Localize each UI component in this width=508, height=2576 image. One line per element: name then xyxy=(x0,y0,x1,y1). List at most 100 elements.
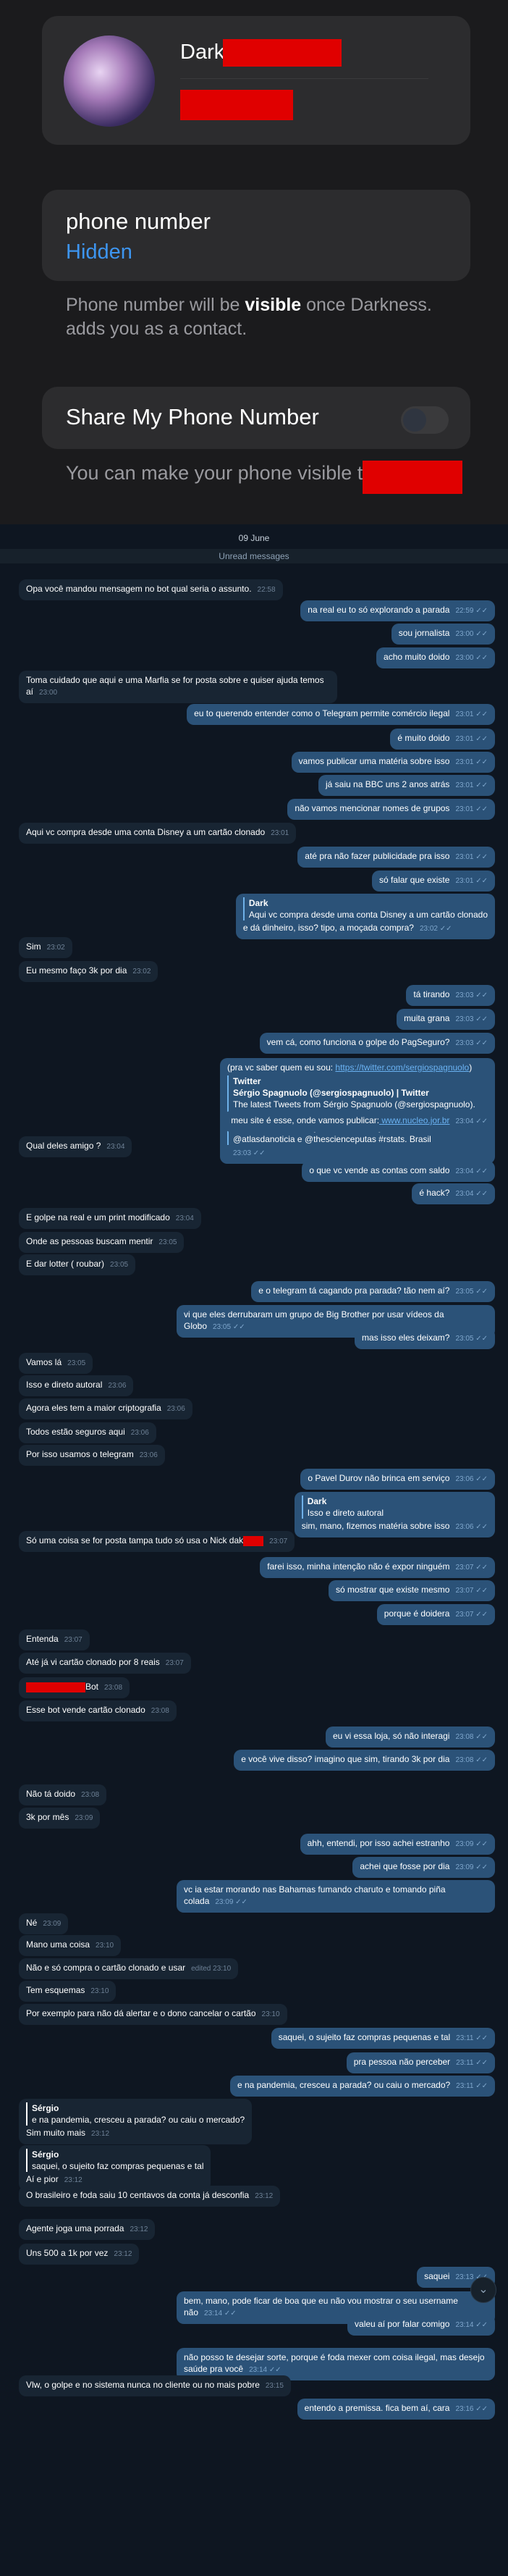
message-bubble[interactable]: Aqui vc compra desde uma conta Disney a … xyxy=(19,823,297,844)
share-note: You can make your phone visible to xyxy=(66,462,374,484)
message-text: Só uma coisa se for posta tampa tudo só … xyxy=(26,1535,244,1545)
message-link[interactable]: www.nucleo.jor.br xyxy=(379,1115,449,1125)
message-bubble[interactable]: Não tá doido 23:08 xyxy=(19,1784,107,1805)
message-timestamp: 23:01 ✓✓ xyxy=(455,781,488,789)
message-bubble[interactable]: Sérgio saquei, o sujeito faz compras pequ… xyxy=(19,2145,211,2191)
avatar[interactable] xyxy=(64,35,155,127)
message-bubble[interactable]: Agente joga uma porrada 23:12 xyxy=(19,2219,156,2240)
message-timestamp: 23:01 ✓✓ xyxy=(455,877,488,885)
message-bubble[interactable]: Vamos lá 23:05 xyxy=(19,1353,93,1374)
message-bubble[interactable]: Dark Aqui vc compra desde uma conta Disne… xyxy=(235,894,495,939)
message-bubble[interactable]: Agora eles tem a maior criptografia 23:06 xyxy=(19,1398,192,1419)
message-bubble[interactable]: só mostrar que existe mesmo 23:07 ✓✓ xyxy=(329,1580,495,1601)
message-bubble[interactable]: é hack? 23:04 ✓✓ xyxy=(412,1183,495,1204)
message-bubble[interactable]: Vlw, o golpe e no sistema nunca no clien… xyxy=(19,2375,291,2396)
share-phone-row[interactable]: Share My Phone Number xyxy=(42,387,470,449)
message-bubble[interactable]: Sérgio e na pandemia, cresceu a parada? o… xyxy=(19,2099,253,2144)
message-bubble[interactable]: e você vive disso? imagino que sim, tira… xyxy=(234,1750,495,1771)
message-text: Aqui vc compra desde uma conta Disney a … xyxy=(26,827,266,837)
message-bubble[interactable]: farei isso, minha intenção não é expor n… xyxy=(260,1557,495,1578)
message-bubble[interactable]: eu to querendo entender como o Telegram … xyxy=(187,704,495,725)
message-text: farei isso, minha intenção não é expor n… xyxy=(267,1561,450,1572)
message-bubble[interactable]: Só uma coisa se for posta tampa tudo só … xyxy=(19,1531,295,1552)
message-bubble[interactable]: Sim 23:02 xyxy=(19,937,72,958)
message-timestamp: 23:08 xyxy=(151,1707,169,1715)
message-bubble[interactable]: achei que fosse por dia 23:09 ✓✓ xyxy=(352,1857,495,1878)
message-bubble[interactable]: Qual deles amigo ? 23:04 xyxy=(19,1136,132,1157)
message-bubble[interactable]: E dar lotter ( roubar) 23:05 xyxy=(19,1254,136,1275)
reply-quote[interactable]: Sérgio e na pandemia, cresceu a parada? o… xyxy=(26,2102,245,2126)
message-bubble[interactable]: vc ia estar morando nas Bahamas fumando … xyxy=(177,1880,495,1913)
message-bubble[interactable]: tá tirando 23:03 ✓✓ xyxy=(406,985,495,1006)
message-bubble[interactable]: Entenda 23:07 xyxy=(19,1629,90,1650)
message-bubble[interactable]: Eu mesmo faço 3k por dia 23:02 xyxy=(19,961,158,982)
message-bubble[interactable]: o Pavel Durov não brinca em serviço 23:06… xyxy=(300,1469,495,1490)
divider xyxy=(180,78,428,79)
reply-quote[interactable]: Dark Isso e direto autoral xyxy=(301,1495,488,1519)
message-bubble[interactable]: o que vc vende as contas com saldo 23:04 … xyxy=(302,1161,495,1182)
message-bubble[interactable]: e na pandemia, cresceu a parada? ou caiu… xyxy=(229,2076,495,2097)
message-bubble[interactable]: sou jornalista 23:00 ✓✓ xyxy=(391,624,495,645)
message-timestamp: 23:07 ✓✓ xyxy=(455,1611,488,1619)
chat-area[interactable]: 09 June Unread messages Opa você mandou … xyxy=(0,524,508,2576)
message-text: entendo a premissa. fica bem aí, cara xyxy=(304,2403,450,2413)
message-bubble[interactable]: Opa você mandou mensagem no bot qual ser… xyxy=(19,579,283,600)
message-bubble[interactable]: Né 23:09 xyxy=(19,1913,69,1934)
message-bubble[interactable]: Toma cuidado que aqui e uma Marfia se fo… xyxy=(19,671,337,703)
message-bubble[interactable]: Isso e direto autoral 23:06 xyxy=(19,1375,134,1396)
message-bubble[interactable]: acho muito doido 23:00 ✓✓ xyxy=(376,647,495,668)
message-bubble[interactable]: não vamos mencionar nomes de grupos 23:01… xyxy=(287,799,495,820)
message-bubble[interactable]: valeu aí por falar comigo 23:14 ✓✓ xyxy=(347,2315,495,2336)
message-bubble[interactable]: Até já vi cartão clonado por 8 reais 23:0… xyxy=(19,1653,191,1674)
message-bubble[interactable]: eu vi essa loja, só não interagi 23:08 ✓✓ xyxy=(326,1727,495,1748)
message-bubble[interactable]: vamos publicar uma matéria sobre isso 23:… xyxy=(291,752,495,773)
message-bubble[interactable]: Mano uma coisa 23:10 xyxy=(19,1935,122,1956)
message-link[interactable]: https://twitter.com/sergiospagnuolo xyxy=(335,1062,469,1073)
message-bubble[interactable]: na real eu to só explorando a parada 22:5… xyxy=(300,600,495,621)
link-preview-card[interactable]: Twitter Sérgio Spagnuolo (@sergiospagnuol… xyxy=(227,1075,488,1145)
message-bubble[interactable]: Por exemplo para não dá alertar e o dono… xyxy=(19,2004,287,2025)
message-text: Toma cuidado que aqui e uma Marfia se fo… xyxy=(26,675,324,697)
reply-quote[interactable]: Sérgio saquei, o sujeito faz compras pequ… xyxy=(26,2149,203,2172)
message-timestamp: 23:09 ✓✓ xyxy=(455,1840,488,1848)
message-bubble[interactable]: já saiu na BBC uns 2 anos atrás 23:01 ✓✓ xyxy=(318,775,495,796)
message-bubble[interactable]: pra pessoa não perceber 23:11 ✓✓ xyxy=(346,2052,495,2073)
message-bubble[interactable]: meu site é esse, onde vamos publicar: ww… xyxy=(224,1111,495,1132)
message-bubble[interactable]: Todos estão seguros aqui 23:06 xyxy=(19,1422,156,1443)
reply-quote[interactable]: Dark Aqui vc compra desde uma conta Disne… xyxy=(242,897,488,920)
message-text: é hack? xyxy=(419,1188,450,1198)
scroll-down-button[interactable]: ⌄ xyxy=(470,2277,496,2303)
message-bubble[interactable]: porque é doidera 23:07 ✓✓ xyxy=(376,1604,495,1625)
message-text: vem cá, como funciona o golpe do PagSegu… xyxy=(266,1037,450,1047)
message-bubble[interactable]: Por isso usamos o telegram 23:06 xyxy=(19,1445,165,1466)
phone-label: phone number xyxy=(66,209,211,234)
message-bubble[interactable]: entendo a premissa. fica bem aí, cara 23:… xyxy=(297,2399,495,2420)
message-bubble[interactable]: Uns 500 a 1k por vez 23:12 xyxy=(19,2244,140,2265)
message-bubble[interactable]: muita grana 23:03 ✓✓ xyxy=(397,1009,495,1030)
message-bubble[interactable]: e o telegram tá cagando pra parada? tão … xyxy=(251,1281,495,1302)
message-bubble[interactable]: saquei, o sujeito faz compras pequenas e… xyxy=(271,2028,495,2049)
message-text: Todos estão seguros aqui xyxy=(26,1427,125,1437)
share-phone-toggle[interactable] xyxy=(401,406,449,434)
message-bubble[interactable]: O brasileiro e foda saiu 10 centavos da … xyxy=(19,2186,281,2207)
message-bubble[interactable]: Esse bot vende cartão clonado 23:08 xyxy=(19,1700,177,1721)
message-bubble[interactable]: só falar que existe 23:01 ✓✓ xyxy=(372,870,495,891)
message-text: o Pavel Durov não brinca em serviço xyxy=(308,1473,450,1483)
message-timestamp: 23:05 ✓✓ xyxy=(455,1335,488,1343)
message-bubble[interactable]: Não e só compra o cartão clonado e usar e… xyxy=(19,1958,239,1979)
message-bubble[interactable]: até pra não fazer publicidade pra isso 23… xyxy=(297,847,495,868)
message-bubble[interactable]: Bot 23:08 xyxy=(19,1677,130,1698)
message-bubble[interactable]: vem cá, como funciona o golpe do PagSegu… xyxy=(259,1033,495,1054)
message-bubble[interactable]: Dark Isso e direto autoral sim, mano, fize… xyxy=(294,1492,495,1537)
message-bubble[interactable]: Onde as pessoas buscam mentir 23:05 xyxy=(19,1232,185,1253)
message-bubble[interactable]: mas isso eles deixam? 23:05 ✓✓ xyxy=(355,1328,495,1349)
message-timestamp: 23:11 ✓✓ xyxy=(456,2082,488,2090)
message-text: Aí e pior xyxy=(26,2174,59,2184)
message-bubble[interactable]: Tem esquemas 23:10 xyxy=(19,1981,117,2002)
message-bubble[interactable]: ahh, entendi, por isso achei estranho 23:… xyxy=(300,1834,495,1855)
message-bubble[interactable]: é muito doido 23:01 ✓✓ xyxy=(390,729,495,750)
message-timestamp: 23:02 ✓✓ xyxy=(419,925,452,933)
message-bubble[interactable]: E golpe na real e um print modificado 23:… xyxy=(19,1208,201,1229)
message-timestamp: 23:05 ✓✓ xyxy=(213,1323,245,1331)
message-bubble[interactable]: 3k por mês 23:09 xyxy=(19,1808,101,1829)
